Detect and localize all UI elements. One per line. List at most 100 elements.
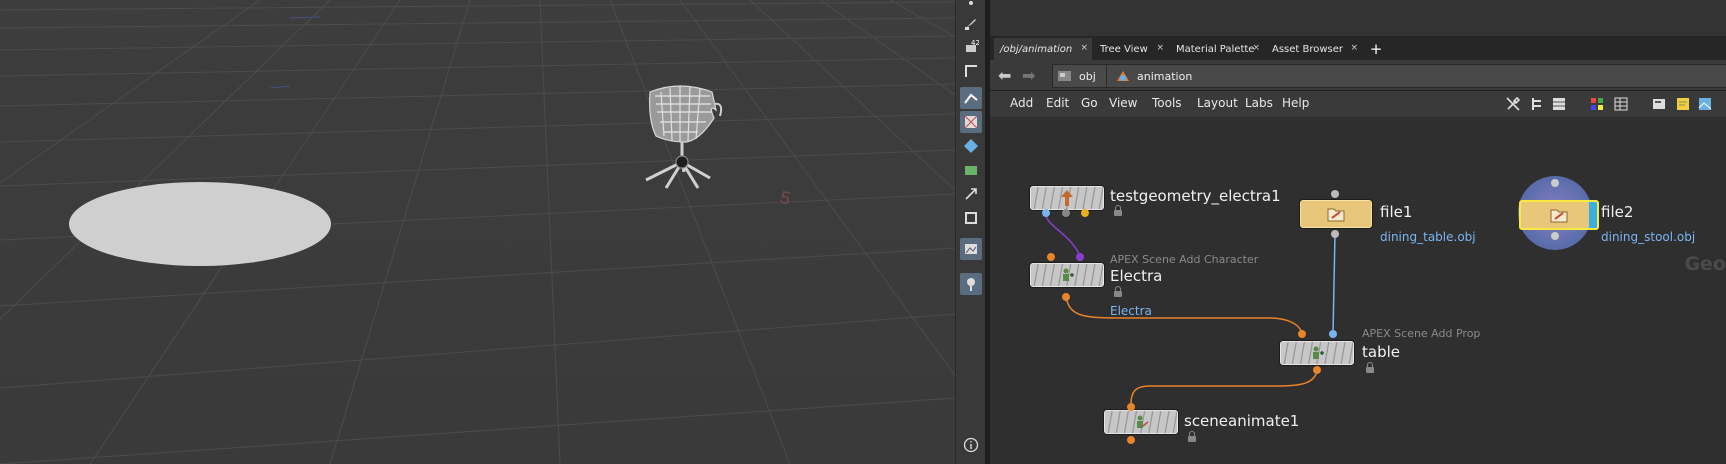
node-name: table <box>1362 343 1400 361</box>
wire-electra-table <box>1065 296 1303 335</box>
path-bar: ⬅ ➡ obj animation <box>990 60 1726 91</box>
display-icon[interactable] <box>960 207 982 229</box>
wire-testgeo-electra <box>1044 212 1081 257</box>
tab-asset-browser[interactable]: Asset Browser × <box>1266 38 1362 60</box>
wrench-icon[interactable] <box>1504 95 1522 113</box>
network-menu-bar: Add Edit Go View Tools Layout Labs Help <box>990 91 1726 117</box>
menu-view[interactable]: View <box>1109 96 1137 110</box>
node-sceneanimate[interactable] <box>1104 410 1178 434</box>
path-segment-animation[interactable]: animation <box>1106 64 1726 88</box>
output-port[interactable] <box>1042 209 1050 217</box>
corner-icon[interactable] <box>960 60 982 82</box>
handle-icon[interactable] <box>960 183 982 205</box>
geo-icon[interactable] <box>960 135 982 157</box>
node-file2[interactable] <box>1519 200 1599 230</box>
path-animation-label: animation <box>1137 69 1193 83</box>
output-port[interactable] <box>1127 436 1135 444</box>
back-arrow-icon[interactable]: ⬅ <box>998 66 1011 85</box>
input-port[interactable] <box>1076 253 1084 261</box>
sticky-note-icon[interactable] <box>1674 95 1692 113</box>
input-port[interactable] <box>1047 253 1055 261</box>
tab-label: Material Palette <box>1176 43 1255 55</box>
parameter-icon[interactable] <box>1650 95 1668 113</box>
output-port[interactable] <box>1062 209 1070 217</box>
brush-icon[interactable] <box>960 12 982 34</box>
pin-icon[interactable] <box>960 273 982 295</box>
character-icon <box>1063 268 1074 281</box>
tab-tree-view[interactable]: Tree View × <box>1094 38 1168 60</box>
image-icon[interactable] <box>1696 95 1714 113</box>
close-icon[interactable]: × <box>1350 43 1358 53</box>
grid-view-icon[interactable] <box>1612 95 1630 113</box>
scene-viewport[interactable]: 5 <box>0 0 955 464</box>
obj-icon <box>1058 71 1071 81</box>
input-port[interactable] <box>1331 190 1339 198</box>
lock-icon <box>1188 431 1196 442</box>
folder-icon <box>1550 209 1568 223</box>
path-obj-label: obj <box>1079 69 1096 83</box>
menu-layout[interactable]: Layout <box>1197 96 1238 110</box>
ground-disc <box>69 182 331 266</box>
node-table[interactable] <box>1280 341 1354 365</box>
node-testgeometry[interactable] <box>1030 186 1104 210</box>
input-port[interactable] <box>1551 179 1559 187</box>
menu-help[interactable]: Help <box>1282 96 1309 110</box>
lock-icon <box>1114 286 1122 297</box>
light-icon[interactable] <box>960 238 982 260</box>
close-icon[interactable]: × <box>1156 43 1164 53</box>
list-icon[interactable] <box>1550 95 1568 113</box>
input-port[interactable] <box>1127 403 1135 411</box>
pane-tab-bar: /obj/animation × Tree View × Material Pa… <box>990 36 1726 60</box>
close-icon[interactable]: × <box>1252 43 1260 53</box>
tab-label: Tree View <box>1100 43 1148 55</box>
top-strip <box>990 0 1726 36</box>
tab-network[interactable]: /obj/animation × <box>994 38 1092 60</box>
info-icon[interactable] <box>960 434 982 456</box>
input-port[interactable] <box>1329 330 1337 338</box>
add-tab-button[interactable]: + <box>1366 38 1386 60</box>
wire-table-sceneanimate <box>1130 369 1318 405</box>
viewport-toolbar: 42 <box>955 0 986 464</box>
menu-edit[interactable]: Edit <box>1046 96 1069 110</box>
lock-icon <box>1114 205 1122 216</box>
node-sublabel: Electra <box>1110 304 1152 318</box>
viewport-canvas: 5 <box>0 0 955 464</box>
node-name: sceneanimate1 <box>1184 412 1300 430</box>
pose-icon[interactable] <box>960 87 982 109</box>
snap-icon[interactable] <box>960 111 982 133</box>
color-palette-icon[interactable] <box>1588 95 1606 113</box>
output-port[interactable] <box>1331 230 1339 238</box>
geo-node-icon <box>1117 71 1129 81</box>
tab-label: Asset Browser <box>1272 43 1344 55</box>
input-port[interactable] <box>1298 330 1306 338</box>
camera-icon[interactable] <box>960 159 982 181</box>
lock-icon <box>1366 362 1374 373</box>
tree-icon[interactable] <box>1528 95 1546 113</box>
menu-add[interactable]: Add <box>1010 96 1033 110</box>
transform-icon[interactable]: 42 <box>960 36 982 58</box>
menu-go[interactable]: Go <box>1081 96 1098 110</box>
tab-material-palette[interactable]: Material Palette × <box>1170 38 1264 60</box>
close-icon[interactable]: × <box>1080 43 1088 53</box>
path-segment-obj[interactable]: obj <box>1052 64 1108 88</box>
node-name: file2 <box>1601 203 1634 221</box>
prop-icon <box>1313 346 1324 359</box>
node-wires <box>1044 212 1336 405</box>
node-file1[interactable] <box>1300 200 1372 228</box>
output-port[interactable] <box>1081 209 1089 217</box>
node-name: file1 <box>1380 203 1413 221</box>
node-type-label: APEX Scene Add Prop <box>1362 327 1481 340</box>
svg-text:42: 42 <box>971 39 979 47</box>
menu-labs[interactable]: Labs <box>1245 96 1273 110</box>
node-type-label: APEX Scene Add Character <box>1110 253 1259 266</box>
node-sublabel: dining_table.obj <box>1380 230 1476 244</box>
menu-tools[interactable]: Tools <box>1152 96 1182 110</box>
network-editor-pane: /obj/animation × Tree View × Material Pa… <box>990 0 1726 464</box>
network-canvas[interactable]: Geo testgeometry_electra1 APEX Scene Add… <box>990 118 1726 464</box>
node-electra[interactable] <box>1030 263 1104 287</box>
output-port[interactable] <box>1062 293 1070 301</box>
output-port[interactable] <box>1313 366 1321 374</box>
tab-label: /obj/animation <box>1000 43 1073 55</box>
output-port[interactable] <box>1551 232 1559 240</box>
forward-arrow-icon[interactable]: ➡ <box>1022 66 1035 85</box>
